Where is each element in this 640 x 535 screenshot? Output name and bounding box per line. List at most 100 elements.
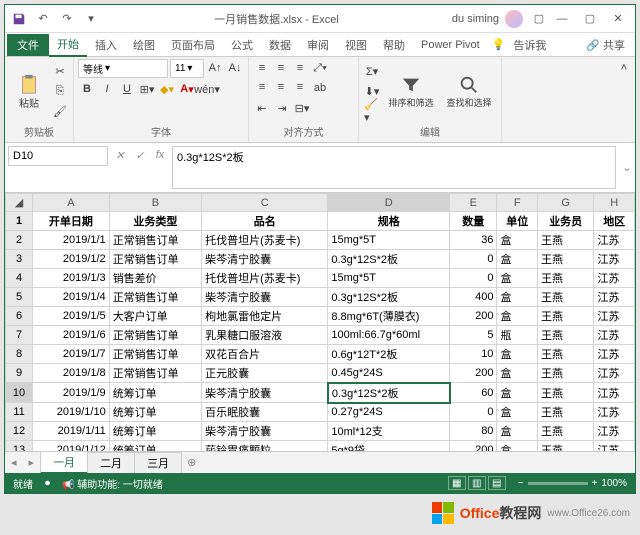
cell[interactable]: 托伐普坦片(苏麦卡) (202, 269, 328, 288)
cell[interactable]: 0.27g*24S (328, 403, 450, 422)
save-icon[interactable] (9, 9, 29, 29)
cell[interactable]: 江苏 (594, 307, 635, 326)
redo-icon[interactable]: ↷ (57, 9, 77, 29)
page-layout-view-icon[interactable]: ▥ (468, 476, 486, 490)
row-header[interactable]: 4 (6, 269, 33, 288)
col-header-H[interactable]: H (594, 194, 635, 212)
cell[interactable]: 盒 (497, 441, 538, 452)
sort-filter-button[interactable]: 排序和筛选 (383, 61, 439, 121)
tab-formulas[interactable]: 公式 (223, 34, 261, 56)
cell[interactable]: 60 (450, 383, 497, 403)
cell[interactable]: 柴芩清宁胶囊 (202, 288, 328, 307)
tab-data[interactable]: 数据 (261, 34, 299, 56)
cell[interactable]: 盒 (497, 307, 538, 326)
minimize-icon[interactable]: — (549, 9, 575, 29)
row-header[interactable]: 8 (6, 345, 33, 364)
cell[interactable]: 2019/1/5 (33, 307, 110, 326)
clear-icon[interactable]: 🧹▾ (363, 102, 381, 120)
cell[interactable]: 2019/1/6 (33, 326, 110, 345)
merge-icon[interactable]: ⊟▾ (293, 99, 311, 117)
cell[interactable]: 2019/1/10 (33, 403, 110, 422)
cell[interactable]: 百乐眠胶囊 (202, 403, 328, 422)
cell[interactable]: 200 (450, 307, 497, 326)
cell[interactable]: 正元胶囊 (202, 364, 328, 383)
cell[interactable]: 正常销售订单 (109, 288, 201, 307)
cell[interactable]: 正常销售订单 (109, 250, 201, 269)
align-bottom-icon[interactable]: ≡ (291, 59, 309, 77)
add-sheet-icon[interactable]: ⊕ (181, 456, 202, 469)
cell[interactable]: 10ml*12支 (328, 422, 450, 441)
cell[interactable]: 双花百合片 (202, 345, 328, 364)
normal-view-icon[interactable]: ▦ (448, 476, 466, 490)
share-button[interactable]: 🔗 共享 (578, 34, 633, 56)
cell[interactable]: 王燕 (538, 364, 594, 383)
table-header-cell[interactable]: 规格 (328, 212, 450, 231)
cell[interactable]: 王燕 (538, 250, 594, 269)
cell[interactable]: 0.3g*12S*2板 (328, 288, 450, 307)
table-header-cell[interactable]: 数量 (450, 212, 497, 231)
tab-review[interactable]: 审阅 (299, 34, 337, 56)
shrink-font-icon[interactable]: A↓ (226, 59, 244, 77)
sheet-tab-3[interactable]: 三月 (134, 452, 182, 473)
align-center-icon[interactable]: ≡ (272, 78, 290, 96)
tab-powerpivot[interactable]: Power Pivot (413, 36, 488, 54)
sheet-nav-prev-icon[interactable]: ◂ (5, 456, 23, 469)
cell[interactable]: 0.45g*24S (328, 364, 450, 383)
row-header[interactable]: 10 (6, 383, 33, 403)
row-header[interactable]: 5 (6, 288, 33, 307)
col-header-D[interactable]: D (328, 194, 450, 212)
cell[interactable]: 王燕 (538, 422, 594, 441)
name-box[interactable] (8, 146, 108, 166)
cell[interactable]: 正常销售订单 (109, 345, 201, 364)
cell[interactable]: 柴芩清宁胶囊 (202, 250, 328, 269)
cell[interactable]: 盒 (497, 231, 538, 250)
format-painter-icon[interactable]: 🖌 (51, 102, 69, 120)
border-icon[interactable]: ⊞▾ (138, 80, 156, 98)
cell[interactable]: 盒 (497, 288, 538, 307)
cell[interactable]: 盒 (497, 250, 538, 269)
row-header[interactable]: 6 (6, 307, 33, 326)
tab-help[interactable]: 帮助 (375, 34, 413, 56)
cell[interactable]: 2019/1/4 (33, 288, 110, 307)
select-all[interactable]: ◢ (6, 194, 33, 212)
cell[interactable]: 2019/1/2 (33, 250, 110, 269)
underline-icon[interactable]: U (118, 80, 136, 98)
cell[interactable]: 瓶 (497, 326, 538, 345)
cell[interactable]: 200 (450, 441, 497, 452)
cell[interactable]: 王燕 (538, 345, 594, 364)
cell[interactable]: 0.6g*12T*2板 (328, 345, 450, 364)
cell[interactable]: 2019/1/8 (33, 364, 110, 383)
cell[interactable]: 36 (450, 231, 497, 250)
tab-insert[interactable]: 插入 (87, 34, 125, 56)
cell[interactable]: 柴芩清宁胶囊 (202, 383, 328, 403)
formula-input[interactable]: 0.3g*12S*2板 (172, 146, 616, 189)
font-size-combo[interactable]: 11 ▾ (170, 59, 204, 78)
cell[interactable]: 王燕 (538, 307, 594, 326)
undo-icon[interactable]: ↶ (33, 9, 53, 29)
cell[interactable]: 江苏 (594, 269, 635, 288)
avatar[interactable] (505, 10, 523, 28)
cell[interactable]: 江苏 (594, 422, 635, 441)
italic-icon[interactable]: I (98, 80, 116, 98)
table-header-cell[interactable]: 开单日期 (33, 212, 110, 231)
maximize-icon[interactable]: ▢ (577, 9, 603, 29)
tab-view[interactable]: 视图 (337, 34, 375, 56)
cell[interactable]: 江苏 (594, 441, 635, 452)
ribbon-display-icon[interactable]: ▢ (529, 9, 549, 29)
qat-dropdown-icon[interactable]: ▾ (81, 9, 101, 29)
sheet-tab-1[interactable]: 一月 (40, 451, 88, 474)
close-icon[interactable]: ✕ (605, 9, 631, 29)
cell[interactable]: 王燕 (538, 403, 594, 422)
orientation-icon[interactable]: ⤢▾ (311, 59, 329, 77)
cell[interactable]: 统筹订单 (109, 403, 201, 422)
cell[interactable]: 盒 (497, 383, 538, 403)
zoom-level[interactable]: 100% (601, 478, 627, 489)
cell[interactable]: 枸地氯雷他定片 (202, 307, 328, 326)
cell[interactable]: 统筹订单 (109, 422, 201, 441)
cell[interactable]: 80 (450, 422, 497, 441)
cell[interactable]: 盒 (497, 269, 538, 288)
col-header-A[interactable]: A (33, 194, 110, 212)
cancel-formula-icon[interactable]: ✕ (111, 146, 129, 164)
cell[interactable]: 王燕 (538, 231, 594, 250)
tab-draw[interactable]: 绘图 (125, 34, 163, 56)
